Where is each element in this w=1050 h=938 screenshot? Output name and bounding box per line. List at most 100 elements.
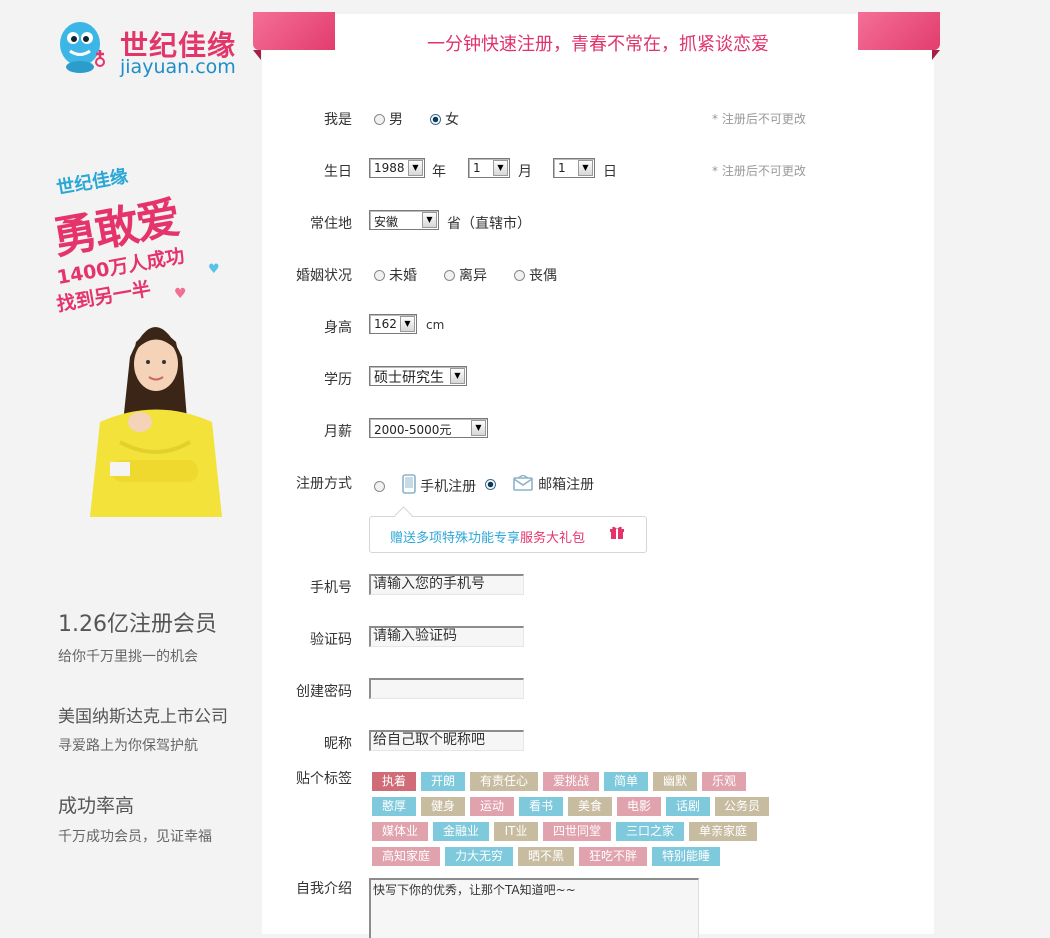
province-unit: 省（直辖市） (447, 216, 531, 232)
option-label: 男 (389, 112, 403, 128)
radio-icon[interactable] (374, 270, 385, 281)
phone-input[interactable]: 请输入您的手机号 (369, 574, 524, 595)
password-label: 创建密码 (296, 684, 352, 700)
salary-label: 月薪 (324, 424, 352, 440)
password-input[interactable] (369, 678, 524, 699)
tag-chip[interactable]: 晒不黑 (518, 847, 574, 866)
chevron-down-icon[interactable]: ▼ (471, 420, 486, 436)
intro-label: 自我介绍 (296, 881, 352, 897)
marital-divorced-radio[interactable]: 离异 (444, 265, 487, 285)
radio-icon[interactable] (430, 114, 441, 125)
radio-icon[interactable] (444, 270, 455, 281)
salary-select[interactable]: 2000-5000元 ▼ (369, 418, 488, 438)
nickname-input[interactable]: 给自己取个昵称吧 (369, 730, 524, 751)
nickname-label: 昵称 (324, 736, 352, 752)
site-logo[interactable]: 世纪佳缘 jiayuan.com (56, 18, 256, 78)
gender-note: * 注册后不可更改 (712, 112, 806, 126)
birth-month-select[interactable]: 1 ▼ (468, 158, 510, 178)
tag-chip[interactable]: 单亲家庭 (689, 822, 757, 841)
height-select[interactable]: 162 ▼ (369, 314, 417, 334)
feature-title: 1.26亿注册会员 (58, 612, 217, 637)
birth-day-select[interactable]: 1 ▼ (553, 158, 595, 178)
gift-text-pink: 服务大礼包 (520, 531, 586, 546)
tag-chip[interactable]: 狂吃不胖 (579, 847, 647, 866)
tag-chip[interactable]: 四世同堂 (543, 822, 611, 841)
feature-title: 成功率高 (58, 795, 135, 817)
tag-chip[interactable]: 话剧 (666, 797, 710, 816)
gift-text-blue: 赠送多项特殊功能专享 (390, 531, 521, 546)
marital-widowed-radio[interactable]: 丧偶 (514, 265, 557, 285)
envelope-icon (513, 474, 533, 491)
option-label: 离异 (459, 268, 487, 284)
tag-chip[interactable]: 金融业 (433, 822, 489, 841)
tag-chip[interactable]: 运动 (470, 797, 514, 816)
heart-icon: ♥ (208, 262, 220, 277)
chevron-down-icon[interactable]: ▼ (400, 316, 415, 332)
tag-chip[interactable]: 美食 (568, 797, 612, 816)
gift-banner[interactable]: 赠送多项特殊功能专享服务大礼包 (369, 516, 647, 553)
tag-chip[interactable]: 爱挑战 (543, 772, 599, 791)
radio-icon[interactable] (514, 270, 525, 281)
chevron-down-icon[interactable]: ▼ (578, 160, 593, 176)
chevron-down-icon[interactable]: ▼ (422, 212, 437, 228)
promo-banner: 世纪佳缘 勇敢爱 1400万人成功 找到另一半 ♥ ♥ (49, 160, 260, 520)
registration-card (262, 14, 934, 934)
tag-chip[interactable]: 看书 (519, 797, 563, 816)
phone-label: 手机号 (310, 580, 352, 596)
tag-chip[interactable]: 幽默 (653, 772, 697, 791)
marital-label: 婚姻状况 (296, 268, 352, 284)
residence-label: 常住地 (310, 216, 352, 232)
marital-single-radio[interactable]: 未婚 (374, 265, 417, 285)
tag-chip[interactable]: 媒体业 (372, 822, 428, 841)
register-method-label: 注册方式 (296, 476, 352, 492)
birthday-label: 生日 (324, 164, 352, 180)
select-value: 安徽 (374, 215, 399, 229)
option-label: 未婚 (389, 268, 417, 284)
tag-chip[interactable]: 执着 (372, 772, 416, 791)
gift-text: 赠送多项特殊功能专享服务大礼包 (390, 527, 585, 546)
tag-chip[interactable]: 健身 (421, 797, 465, 816)
tag-chip[interactable]: 三口之家 (616, 822, 684, 841)
heart-icon: ♥ (174, 286, 187, 302)
tag-chip[interactable]: 有责任心 (470, 772, 538, 791)
tag-chip[interactable]: 力大无穷 (445, 847, 513, 866)
chevron-down-icon[interactable]: ▼ (493, 160, 508, 176)
gender-female-radio[interactable]: 女 (430, 109, 459, 129)
select-value: 2000-5000元 (374, 423, 452, 437)
tag-chip[interactable]: 乐观 (702, 772, 746, 791)
ribbon-fold (253, 50, 261, 60)
education-select[interactable]: 硕士研究生 ▼ (369, 366, 467, 386)
model-photo (90, 327, 222, 517)
tag-chip[interactable]: 公务员 (715, 797, 769, 816)
intro-textarea[interactable]: 快写下你的优秀，让那个TA知道吧~~ (369, 878, 699, 938)
option-label: 女 (445, 112, 459, 128)
birth-year-select[interactable]: 1988 ▼ (369, 158, 425, 178)
province-select[interactable]: 安徽 ▼ (369, 210, 439, 230)
radio-icon[interactable] (374, 481, 385, 492)
chevron-down-icon[interactable]: ▼ (408, 160, 423, 176)
logo-domain: jiayuan.com (120, 56, 236, 78)
chevron-down-icon[interactable]: ▼ (450, 368, 465, 384)
code-input[interactable]: 请输入验证码 (369, 626, 524, 647)
register-email-radio[interactable]: 邮箱注册 (485, 474, 594, 494)
tag-chip[interactable]: IT业 (494, 822, 538, 841)
register-phone-radio[interactable]: 手机注册 (374, 474, 476, 496)
option-label: 丧偶 (529, 268, 557, 284)
radio-icon[interactable] (374, 114, 385, 125)
feature-listed: 美国纳斯达克上市公司 寻爱路上为你保驾护航 (58, 702, 228, 755)
tag-chip[interactable]: 简单 (604, 772, 648, 791)
tag-chip[interactable]: 电影 (617, 797, 661, 816)
tag-chip[interactable]: 特别能睡 (652, 847, 720, 866)
select-value: 硕士研究生 (374, 370, 444, 386)
education-label: 学历 (324, 372, 352, 388)
gender-male-radio[interactable]: 男 (374, 109, 403, 129)
birthday-note: * 注册后不可更改 (712, 164, 806, 178)
tag-chip[interactable]: 开朗 (421, 772, 465, 791)
feature-subtitle: 寻爱路上为你保驾护航 (58, 738, 198, 754)
option-label: 手机注册 (420, 479, 477, 495)
tag-chip[interactable]: 憨厚 (372, 797, 416, 816)
form-header: 一分钟快速注册，青春不常在，抓紧谈恋爱 (427, 34, 769, 55)
tag-chip[interactable]: 高知家庭 (372, 847, 440, 866)
radio-icon[interactable] (485, 479, 496, 490)
gender-label: 我是 (324, 112, 352, 128)
